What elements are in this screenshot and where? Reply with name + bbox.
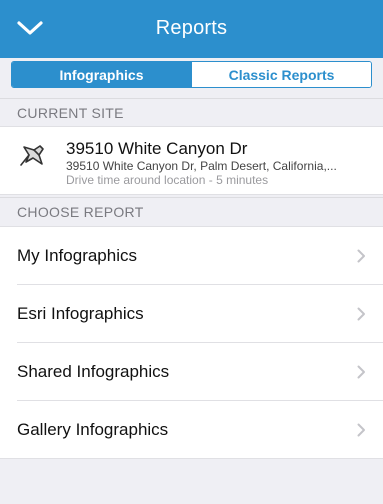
location-pin-icon — [18, 141, 48, 171]
list-item-label: Shared Infographics — [17, 362, 170, 381]
report-type-segment-area: Infographics Classic Reports — [0, 58, 383, 98]
header-bar: Reports — [0, 0, 383, 58]
site-address: 39510 White Canyon Dr, Palm Desert, Cali… — [66, 159, 337, 173]
choose-report-section-header: CHOOSE REPORT — [0, 197, 383, 225]
chevron-right-icon — [357, 365, 366, 379]
list-item-shared-infographics[interactable]: Shared Infographics — [0, 343, 383, 401]
report-list: My Infographics Esri Infographics Shared… — [0, 226, 383, 459]
list-item-esri-infographics[interactable]: Esri Infographics — [0, 285, 383, 343]
site-drive-time: Drive time around location - 5 minutes — [66, 173, 269, 187]
current-site-section-header: CURRENT SITE — [0, 98, 383, 126]
list-item-gallery-infographics[interactable]: Gallery Infographics — [0, 401, 383, 459]
current-site-row[interactable]: 39510 White Canyon Dr 39510 White Canyon… — [0, 126, 383, 195]
list-item-label: Gallery Infographics — [17, 420, 169, 439]
page-title: Reports — [155, 17, 228, 39]
chevron-right-icon — [357, 249, 366, 263]
chevron-right-icon — [357, 307, 366, 321]
site-name: 39510 White Canyon Dr — [66, 139, 248, 158]
list-item-label: Esri Infographics — [17, 304, 144, 323]
empty-background — [0, 460, 383, 504]
list-item-my-infographics[interactable]: My Infographics — [0, 227, 383, 285]
report-type-segmented-control: Infographics Classic Reports — [11, 61, 372, 88]
tab-classic-reports[interactable]: Classic Reports — [191, 62, 371, 87]
chevron-right-icon — [357, 423, 366, 437]
tab-infographics[interactable]: Infographics — [12, 62, 191, 87]
reports-screen: Reports Infographics Classic Reports CUR… — [0, 0, 383, 504]
list-item-label: My Infographics — [17, 246, 137, 265]
